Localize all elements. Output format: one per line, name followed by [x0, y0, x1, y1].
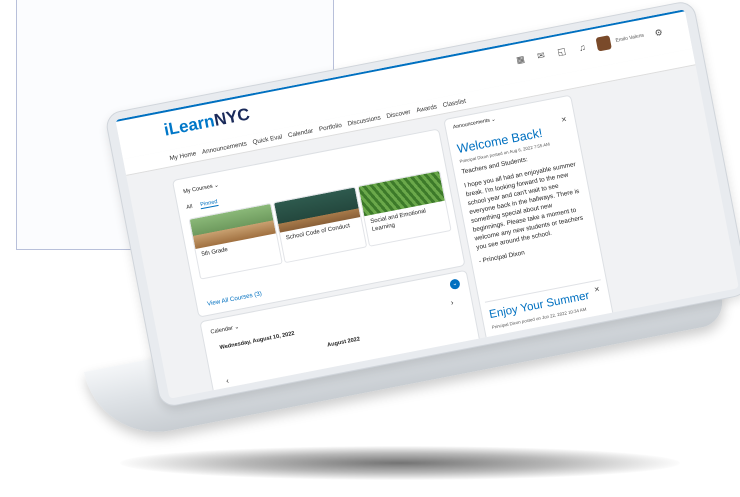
mail-icon[interactable]: ✉	[534, 49, 548, 61]
chat-icon[interactable]: ◱	[555, 45, 569, 57]
chevron-down-icon[interactable]: ⌄	[214, 182, 220, 189]
course-card[interactable]: Social and Emotional Learning	[357, 169, 452, 247]
course-card[interactable]: 5th Grade	[188, 202, 283, 280]
brand-prefix: iLearn	[162, 111, 217, 140]
selected-date: Wednesday, August 10, 2022	[219, 330, 296, 352]
calendar-collapse-icon[interactable]: ⌄	[449, 278, 461, 291]
chevron-down-icon[interactable]: ⌄	[234, 324, 240, 331]
nav-item[interactable]: Awards	[416, 103, 438, 114]
settings-gear-icon[interactable]: ⚙	[652, 27, 666, 39]
brand-suffix: NYC	[212, 104, 252, 130]
calendar-label: Calendar	[210, 325, 234, 336]
calendar-title[interactable]: Calendar ⌄	[210, 324, 240, 335]
chevron-down-icon[interactable]: ⌄	[491, 116, 496, 123]
course-tabs: All Pinned	[186, 199, 219, 212]
prev-month-icon[interactable]: ‹	[225, 376, 229, 385]
my-courses-title[interactable]: My Courses ⌄	[183, 182, 220, 195]
nav-item[interactable]: My Home	[169, 150, 197, 162]
nav-item[interactable]: Discover	[386, 108, 411, 120]
calendar-month: August 2022	[326, 336, 361, 349]
view-all-courses-link[interactable]: View All Courses (3)	[207, 290, 263, 307]
user-avatar[interactable]	[595, 35, 613, 52]
laptop-shadow	[120, 446, 680, 480]
tab-pinned[interactable]: Pinned	[199, 199, 219, 210]
announcements-label: Announcements	[452, 117, 491, 131]
tab-all[interactable]: All	[186, 204, 193, 212]
announcements-title[interactable]: Announcements ⌄	[452, 116, 496, 130]
nav-item[interactable]: Calendar	[287, 127, 313, 139]
nav-item[interactable]: Discussions	[347, 114, 381, 127]
close-icon[interactable]: ×	[560, 114, 567, 125]
nav-item[interactable]: Quick Eval	[252, 133, 283, 146]
course-card[interactable]: School Code of Conduct	[272, 186, 368, 264]
user-name[interactable]: Emilo Valens	[615, 33, 644, 44]
nav-item[interactable]: Classlist	[442, 97, 466, 108]
notification-bell-icon[interactable]: ♫	[575, 41, 589, 53]
next-month-icon[interactable]: ›	[450, 298, 454, 307]
my-courses-label: My Courses	[182, 183, 214, 196]
qr-code-icon[interactable]: ▦	[514, 53, 528, 65]
nav-item[interactable]: Portfolio	[318, 121, 342, 132]
announcement-body: Teachers and Students: I hope you all ha…	[461, 146, 593, 271]
brand-logo[interactable]: iLearnNYC	[162, 104, 251, 140]
close-icon[interactable]: ×	[593, 284, 600, 295]
